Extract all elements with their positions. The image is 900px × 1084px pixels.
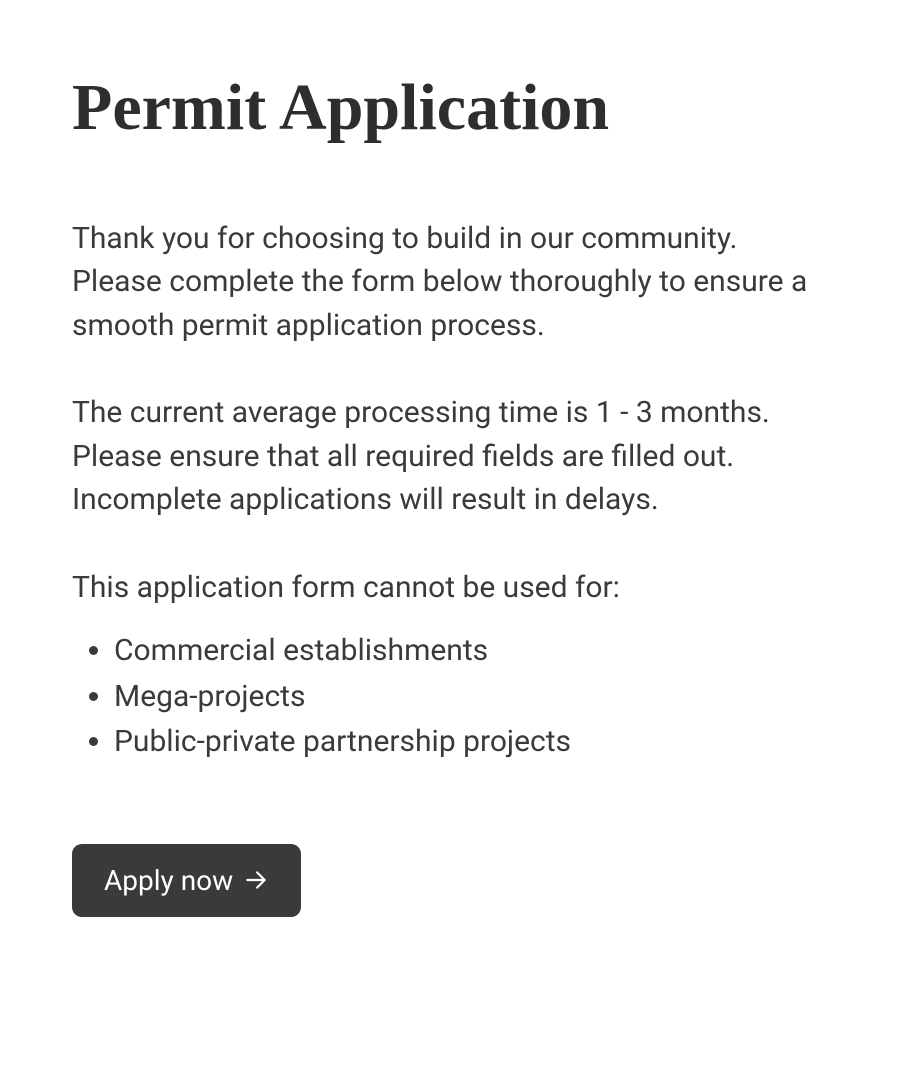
page-title: Permit Application	[72, 72, 828, 145]
exclusion-heading: This application form cannot be used for…	[72, 566, 828, 610]
list-item: Commercial establishments	[114, 629, 828, 673]
exclusion-list: Commercial establishments Mega-projects …	[72, 629, 828, 764]
arrow-right-icon	[243, 867, 269, 893]
intro-paragraph-1: Thank you for choosing to build in our c…	[72, 217, 828, 348]
list-item: Public-private partnership projects	[114, 720, 828, 764]
intro-paragraph-2: The current average processing time is 1…	[72, 391, 828, 522]
apply-now-button[interactable]: Apply now	[72, 844, 301, 917]
apply-button-label: Apply now	[104, 864, 233, 897]
list-item: Mega-projects	[114, 675, 828, 719]
